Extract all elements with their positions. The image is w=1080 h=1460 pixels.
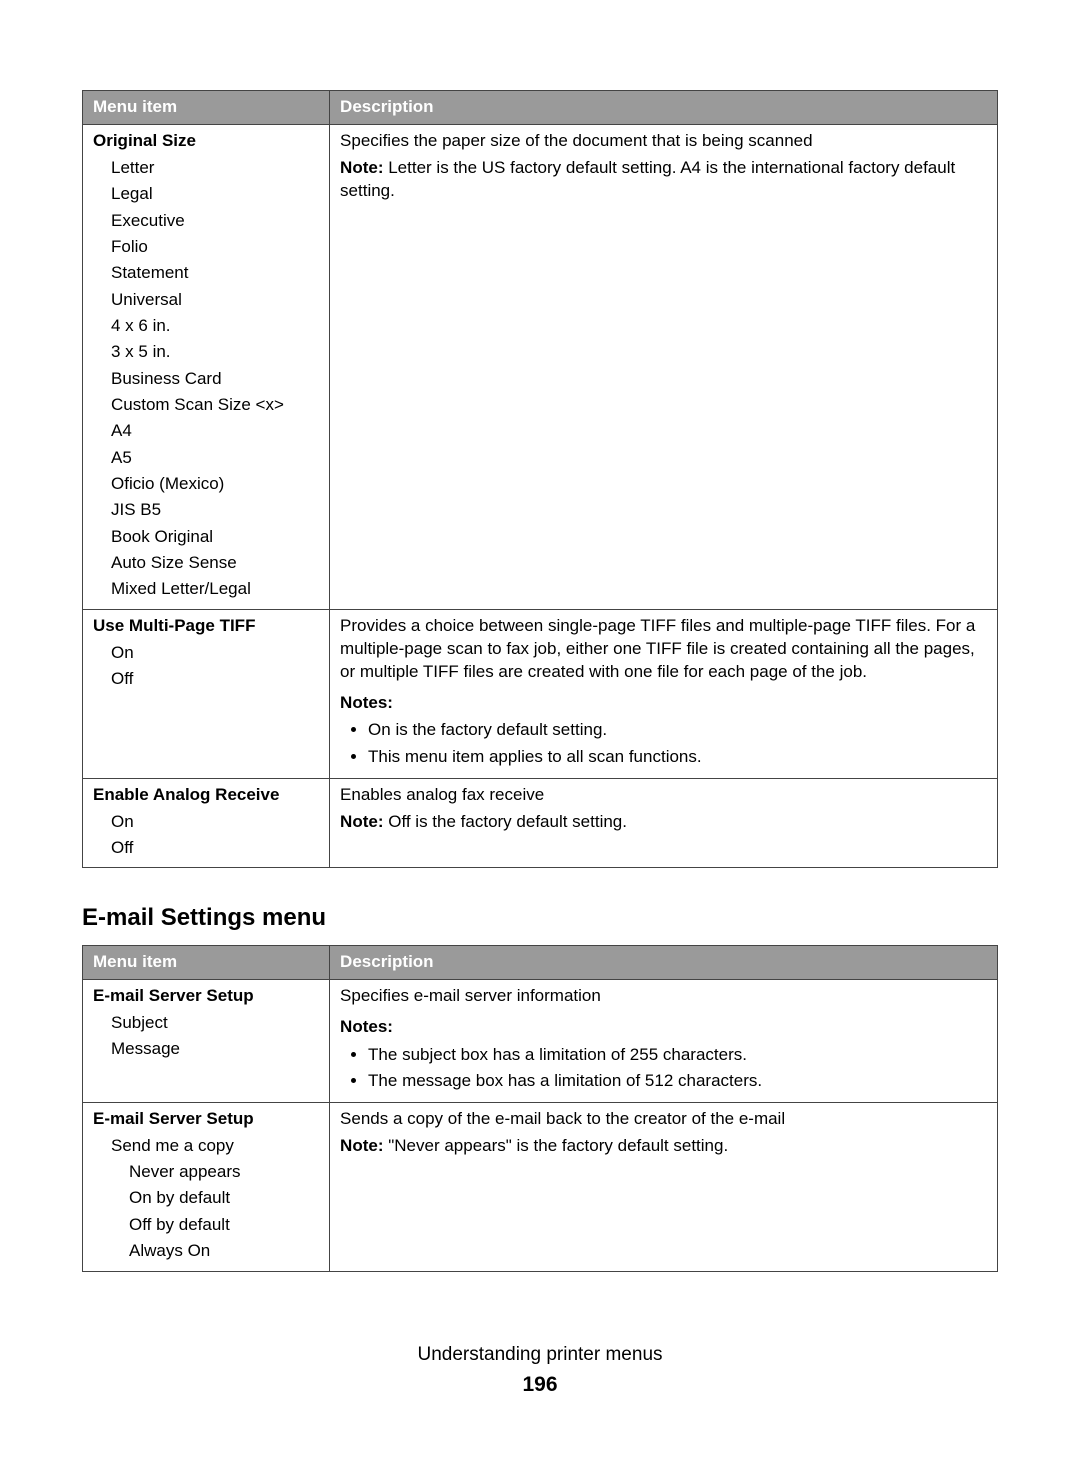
list-item: Off [93,835,321,861]
list-item: On is the factory default setting. [368,718,989,743]
list-item: Subject [93,1010,321,1036]
menu-table-2: Menu item Description E-mail Server Setu… [82,945,998,1272]
menu-item-options: On Off [93,640,321,693]
menu-item-title: E-mail Server Setup [93,985,321,1008]
list-item: Custom Scan Size <x> [93,392,321,418]
note-line: Note: "Never appears" is the factory def… [340,1135,989,1158]
list-item: Book Original [93,524,321,550]
note-label: Note: [340,1136,383,1155]
th-menu-item: Menu item [83,91,330,125]
footer-title: Understanding printer menus [82,1342,998,1368]
list-item: Executive [93,208,321,234]
list-item: 4 x 6 in. [93,313,321,339]
list-item: Legal [93,181,321,207]
table-row: Original Size Letter Legal Executive Fol… [83,124,998,609]
description-text: Enables analog fax receive [340,784,989,807]
list-item: JIS B5 [93,497,321,523]
th-description: Description [330,91,998,125]
list-item: Send me a copy Never appears On by defau… [93,1133,321,1265]
section-heading-email-settings: E-mail Settings menu [82,902,998,934]
list-item: Statement [93,260,321,286]
description-text: Specifies the paper size of the document… [340,130,989,153]
menu-item-options: Subject Message [93,1010,321,1063]
nested-parent: Send me a copy [111,1136,234,1155]
note-label: Note: [340,812,383,831]
menu-item-title: E-mail Server Setup [93,1108,321,1131]
menu-item-options: On Off [93,809,321,862]
list-item: Business Card [93,366,321,392]
page-number: 196 [82,1371,998,1399]
list-item: 3 x 5 in. [93,339,321,365]
list-item: The message box has a limitation of 512 … [368,1069,989,1094]
list-item: The subject box has a limitation of 255 … [368,1043,989,1068]
list-item: Mixed Letter/Legal [93,576,321,602]
note-line: Note: Letter is the US factory default s… [340,157,989,203]
th-description: Description [330,945,998,979]
menu-table-1: Menu item Description Original Size Lett… [82,90,998,868]
list-item: On [93,640,321,666]
note-text: "Never appears" is the factory default s… [384,1136,729,1155]
description-text: Sends a copy of the e-mail back to the c… [340,1108,989,1131]
note-text: Letter is the US factory default setting… [340,158,955,200]
list-item: Never appears [111,1159,321,1185]
notes-heading: Notes: [340,1016,989,1039]
list-item: Always On [111,1238,321,1264]
table-row: E-mail Server Setup Send me a copy Never… [83,1102,998,1271]
notes-bullets: On is the factory default setting. This … [340,718,989,769]
list-item: Message [93,1036,321,1062]
list-item: Off [93,666,321,692]
menu-item-options: Send me a copy Never appears On by defau… [93,1133,321,1265]
list-item: Auto Size Sense [93,550,321,576]
list-item: Folio [93,234,321,260]
description-text: Specifies e-mail server information [340,985,989,1008]
th-menu-item: Menu item [83,945,330,979]
list-item: On by default [111,1185,321,1211]
list-item: Oficio (Mexico) [93,471,321,497]
list-item: Universal [93,287,321,313]
list-item: A5 [93,445,321,471]
notes-heading: Notes: [340,692,989,715]
menu-item-title: Original Size [93,130,321,153]
list-item: This menu item applies to all scan funct… [368,745,989,770]
list-item: Letter [93,155,321,181]
note-text: Off is the factory default setting. [384,812,627,831]
list-item: A4 [93,418,321,444]
list-item: On [93,809,321,835]
menu-item-title: Enable Analog Receive [93,784,321,807]
menu-item-options: Letter Legal Executive Folio Statement U… [93,155,321,603]
note-label: Note: [340,158,383,177]
table-row: Use Multi-Page TIFF On Off Provides a ch… [83,609,998,778]
menu-item-title: Use Multi-Page TIFF [93,615,321,638]
description-text: Provides a choice between single-page TI… [340,615,989,684]
list-item: Off by default [111,1212,321,1238]
table-row: Enable Analog Receive On Off Enables ana… [83,778,998,868]
page-footer: Understanding printer menus 196 [82,1342,998,1400]
table-row: E-mail Server Setup Subject Message Spec… [83,979,998,1102]
notes-bullets: The subject box has a limitation of 255 … [340,1043,989,1094]
note-line: Note: Off is the factory default setting… [340,811,989,834]
